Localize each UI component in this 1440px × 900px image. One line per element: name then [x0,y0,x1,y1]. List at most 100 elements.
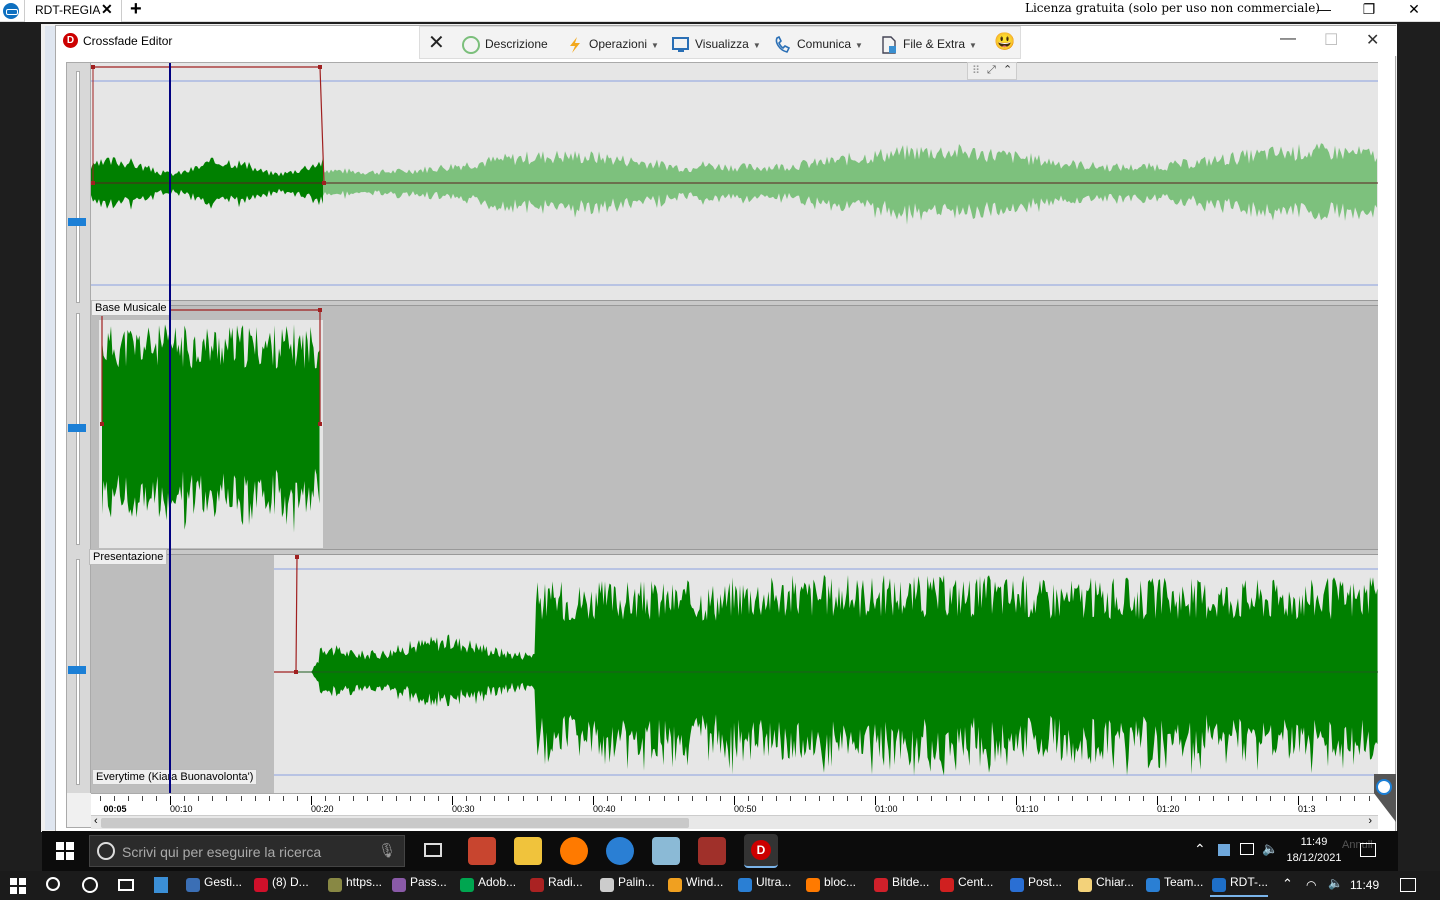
ruler-tick [268,796,270,801]
taskbar-item[interactable]: Cent... [938,875,993,897]
track1-volume-slider[interactable] [68,71,86,303]
editor-close-button[interactable]: ✕ [1366,30,1379,50]
ruler-tick [889,796,891,801]
smiley-icon[interactable]: 😃 [994,32,1015,52]
task-view-icon[interactable] [118,879,134,891]
search-icon[interactable] [46,877,60,891]
remote-clock-time[interactable]: 11:49 [1282,836,1346,848]
operazioni-menu[interactable]: Operazioni ▼ [566,36,659,54]
envelope-handle[interactable] [294,670,298,674]
remote-taskbar: Scrivi qui per eseguire la ricerca 🎙 D ⌃… [42,831,1398,871]
track2-volume-thumb[interactable] [68,424,86,432]
taskbar-item[interactable]: Post... [1008,875,1062,897]
notifications-icon[interactable] [1400,878,1416,892]
taskbar-item[interactable]: Pass... [390,875,447,897]
crossfade-editor-window: D Crossfade Editor — ☐ ✕ ✕ Descrizione O… [55,25,1397,833]
horizontal-scrollbar[interactable]: ‹ › [91,815,1378,829]
taskbar-item[interactable]: bloc... [804,875,856,897]
expand-icon[interactable]: ⤢ [987,64,996,77]
remote-tab[interactable]: RDT-REGIA ✕ [24,0,122,22]
editor-maximize-button[interactable]: ☐ [1324,30,1338,50]
taskbar-item[interactable]: (8) D... [252,875,309,897]
track3-volume-slider[interactable] [68,559,86,785]
wifi-icon[interactable]: ◠ [1306,878,1316,892]
track-everytime[interactable]: Presentazione Everytime (Kiara Buonavolo… [89,549,1378,793]
scroll-right-icon[interactable]: › [1368,815,1372,827]
windows-start-icon[interactable] [56,842,74,860]
envelope-handle[interactable] [318,308,322,312]
comunica-menu[interactable]: Comunica ▼ [774,35,863,54]
notifications-icon[interactable] [1360,843,1376,857]
file-explorer-icon[interactable] [514,837,542,865]
new-tab-button[interactable]: + [130,0,142,21]
microphone-icon[interactable]: 🎙 [378,842,396,859]
ruler-tick [903,796,905,801]
envelope-handle[interactable] [318,422,322,426]
ruler-tick [1368,796,1370,801]
remote-minimize-button[interactable]: — [1309,1,1339,17]
taskbar-item[interactable]: Radi... [528,875,583,897]
ruler-tick [409,796,411,801]
taskbar-app-icon[interactable] [652,837,680,865]
tray-chevron-icon[interactable]: ⌃ [1282,876,1293,892]
taskbar-item[interactable]: Ultra... [736,875,791,897]
taskbar-item[interactable]: Palin... [598,875,655,897]
remote-control-icon[interactable] [1376,779,1392,795]
network-icon[interactable] [1240,843,1254,855]
calendar-app-icon[interactable] [154,877,168,893]
track2-volume-slider[interactable] [68,313,86,545]
chevron-up-icon[interactable]: ⌃ [1003,63,1012,76]
volume-icon[interactable]: 🔈 [1262,841,1278,857]
ruler-tick [1227,796,1229,801]
taskbar-item[interactable]: RDT-... [1210,875,1268,897]
envelope-handle[interactable] [295,555,299,559]
taskbar-app-icon[interactable] [468,837,496,865]
track-previous-waveform [91,65,1378,286]
time-ruler[interactable]: 00:05 00:10 00:20 00:30 00:40 00:50 01:00 01:10… [91,793,1378,815]
tray-chevron-icon[interactable]: ⌃ [1194,841,1206,858]
volume-icon[interactable]: 🔈 [1328,876,1343,890]
remote-restore-button[interactable]: ❐ [1354,1,1384,18]
ruler-tick [198,796,200,801]
taskbar-item[interactable]: Team... [1144,875,1203,897]
taskbar-app-icon[interactable] [698,837,726,865]
fade-envelope[interactable] [274,556,299,673]
track3-volume-thumb[interactable] [68,666,86,674]
scroll-left-icon[interactable]: ‹ [94,815,98,827]
envelope-handle[interactable] [322,181,326,185]
remote-tab-close-icon[interactable]: ✕ [101,1,113,18]
taskbar-item[interactable]: Gesti... [184,875,242,897]
file-extra-menu[interactable]: File & Extra ▼ [880,36,977,54]
track1-volume-thumb[interactable] [68,218,86,226]
playback-cursor[interactable] [169,63,171,807]
search-app-icon[interactable] [560,837,588,865]
taskbar-item[interactable]: Adob... [458,875,516,897]
envelope-handle[interactable] [100,422,104,426]
taskbar-item[interactable]: https... [326,875,382,897]
windows-start-icon[interactable] [10,878,26,894]
envelope-handle[interactable] [318,65,322,69]
radio-app-icon[interactable]: D [744,834,778,868]
grid-icon[interactable]: ⠿ [972,64,980,77]
taskbar-app-icon[interactable] [606,837,634,865]
track-base-musicale[interactable]: Base Musicale [91,300,1378,549]
ruler-tick [1114,796,1116,801]
visualizza-menu[interactable]: Visualizza ▼ [672,36,761,54]
remote-search-box[interactable]: Scrivi qui per eseguire la ricerca 🎙 [89,835,405,867]
editor-minimize-button[interactable]: — [1280,30,1296,48]
track-previous[interactable]: ⠿ ⤢ ⌃ [91,62,1378,300]
tray-app-icon[interactable] [1218,844,1230,856]
task-view-icon[interactable] [424,843,442,857]
taskbar-item[interactable]: Chiar... [1076,875,1134,897]
remote-close-button[interactable]: ✕ [1399,1,1429,18]
ruler-tick [790,796,792,801]
descrizione-button[interactable]: Descrizione [462,36,548,54]
remote-app-logo-icon [3,3,19,19]
cortana-icon[interactable] [82,877,98,893]
taskbar-item[interactable]: Bitde... [872,875,929,897]
toolbar-close-button[interactable]: ✕ [428,30,445,55]
scrollbar-thumb[interactable] [101,818,689,828]
remote-clock-date[interactable]: 18/12/2021 [1282,852,1346,864]
local-clock-time[interactable]: 11:49 [1350,878,1379,892]
taskbar-item[interactable]: Wind... [666,875,723,897]
